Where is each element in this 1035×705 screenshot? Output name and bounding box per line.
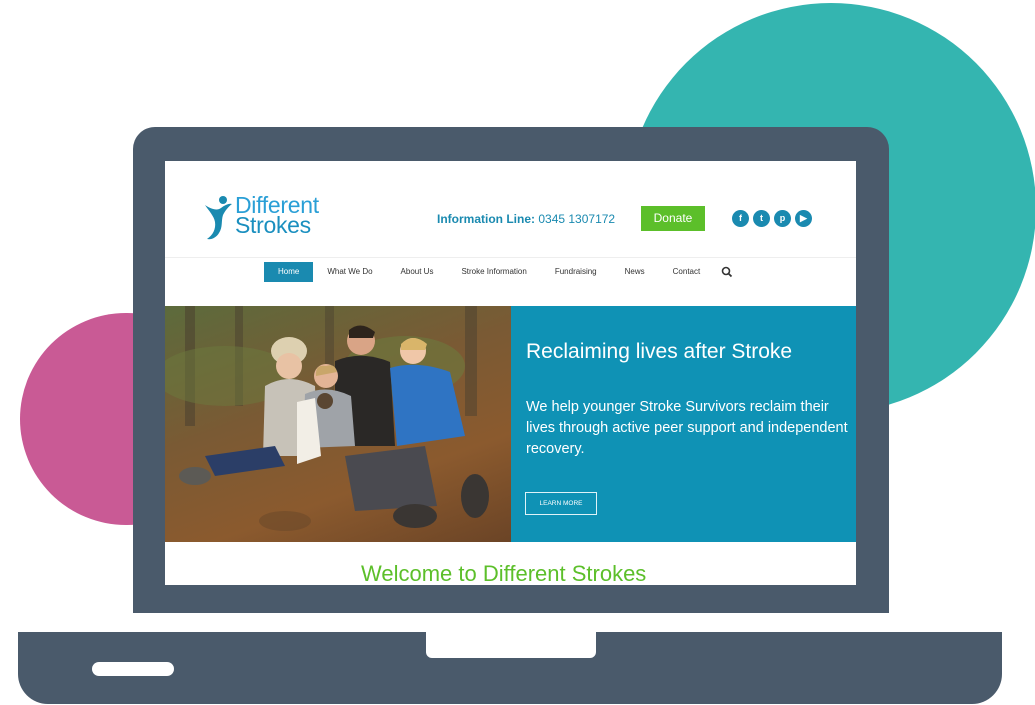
youtube-icon[interactable]: ▶ bbox=[795, 210, 812, 227]
pinterest-icon[interactable]: p bbox=[774, 210, 791, 227]
donate-button[interactable]: Donate bbox=[641, 206, 705, 231]
family-photo bbox=[165, 306, 511, 542]
logo-text: Different Strokes bbox=[235, 194, 319, 238]
person-figure-icon bbox=[205, 196, 232, 240]
nav-item-stroke-information[interactable]: Stroke Information bbox=[447, 262, 540, 282]
nav-item-what-we-do[interactable]: What We Do bbox=[313, 262, 386, 282]
twitter-icon[interactable]: t bbox=[753, 210, 770, 227]
site-logo[interactable]: Different Strokes bbox=[203, 194, 319, 243]
nav-item-home[interactable]: Home bbox=[264, 262, 314, 282]
nav-item-contact[interactable]: Contact bbox=[659, 262, 715, 282]
hero-title: Reclaiming lives after Stroke bbox=[526, 340, 793, 363]
site-header: Different Strokes Information Line: 0345… bbox=[165, 161, 856, 258]
information-line-number[interactable]: 0345 1307172 bbox=[538, 212, 615, 226]
information-line: Information Line: 0345 1307172 bbox=[437, 212, 615, 226]
laptop-base-slot bbox=[92, 662, 174, 676]
welcome-heading: Welcome to Different Strokes bbox=[361, 561, 647, 585]
search-icon[interactable] bbox=[720, 265, 734, 279]
main-navigation: Home What We Do About Us Stroke Informat… bbox=[264, 262, 734, 282]
laptop-screen: Different Strokes Information Line: 0345… bbox=[165, 161, 856, 585]
nav-item-about-us[interactable]: About Us bbox=[387, 262, 448, 282]
learn-more-button[interactable]: LEARN MORE bbox=[525, 492, 597, 515]
laptop-base-notch bbox=[426, 632, 596, 658]
nav-item-fundraising[interactable]: Fundraising bbox=[541, 262, 611, 282]
hero-section: Reclaiming lives after Stroke We help yo… bbox=[165, 306, 856, 542]
family-photo-illustration bbox=[165, 306, 489, 531]
hero-description: We help younger Stroke Survivors reclaim… bbox=[526, 399, 848, 457]
facebook-icon[interactable]: f bbox=[732, 210, 749, 227]
logo-line-2: Strokes bbox=[235, 212, 311, 238]
nav-item-news[interactable]: News bbox=[611, 262, 659, 282]
information-line-label: Information Line: bbox=[437, 212, 535, 226]
hero-panel: Reclaiming lives after Stroke We help yo… bbox=[511, 306, 856, 542]
social-icons: f t p ▶ bbox=[732, 210, 812, 227]
